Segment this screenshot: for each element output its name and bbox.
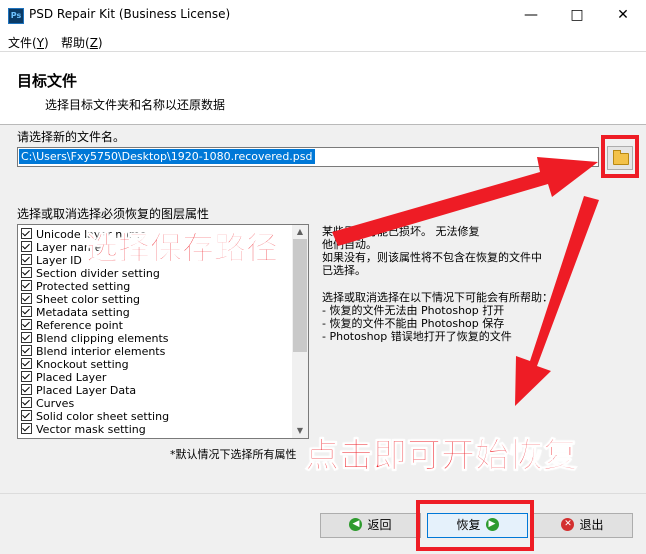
annotation-choose-path: 选择保存路径 [85,229,279,268]
back-button[interactable]: ◀ 返回 [320,513,421,538]
highlight-recover-box [416,500,534,551]
footer-divider [0,493,646,494]
exit-x-icon: ✕ [561,518,575,531]
arrow-to-recover [515,196,599,406]
arrow-to-browse [332,157,598,246]
back-arrow-icon: ◀ [349,518,363,531]
annotation-click-recover: 点击即可开始恢复 [305,436,578,477]
exit-button[interactable]: ✕ 退出 [532,513,633,538]
